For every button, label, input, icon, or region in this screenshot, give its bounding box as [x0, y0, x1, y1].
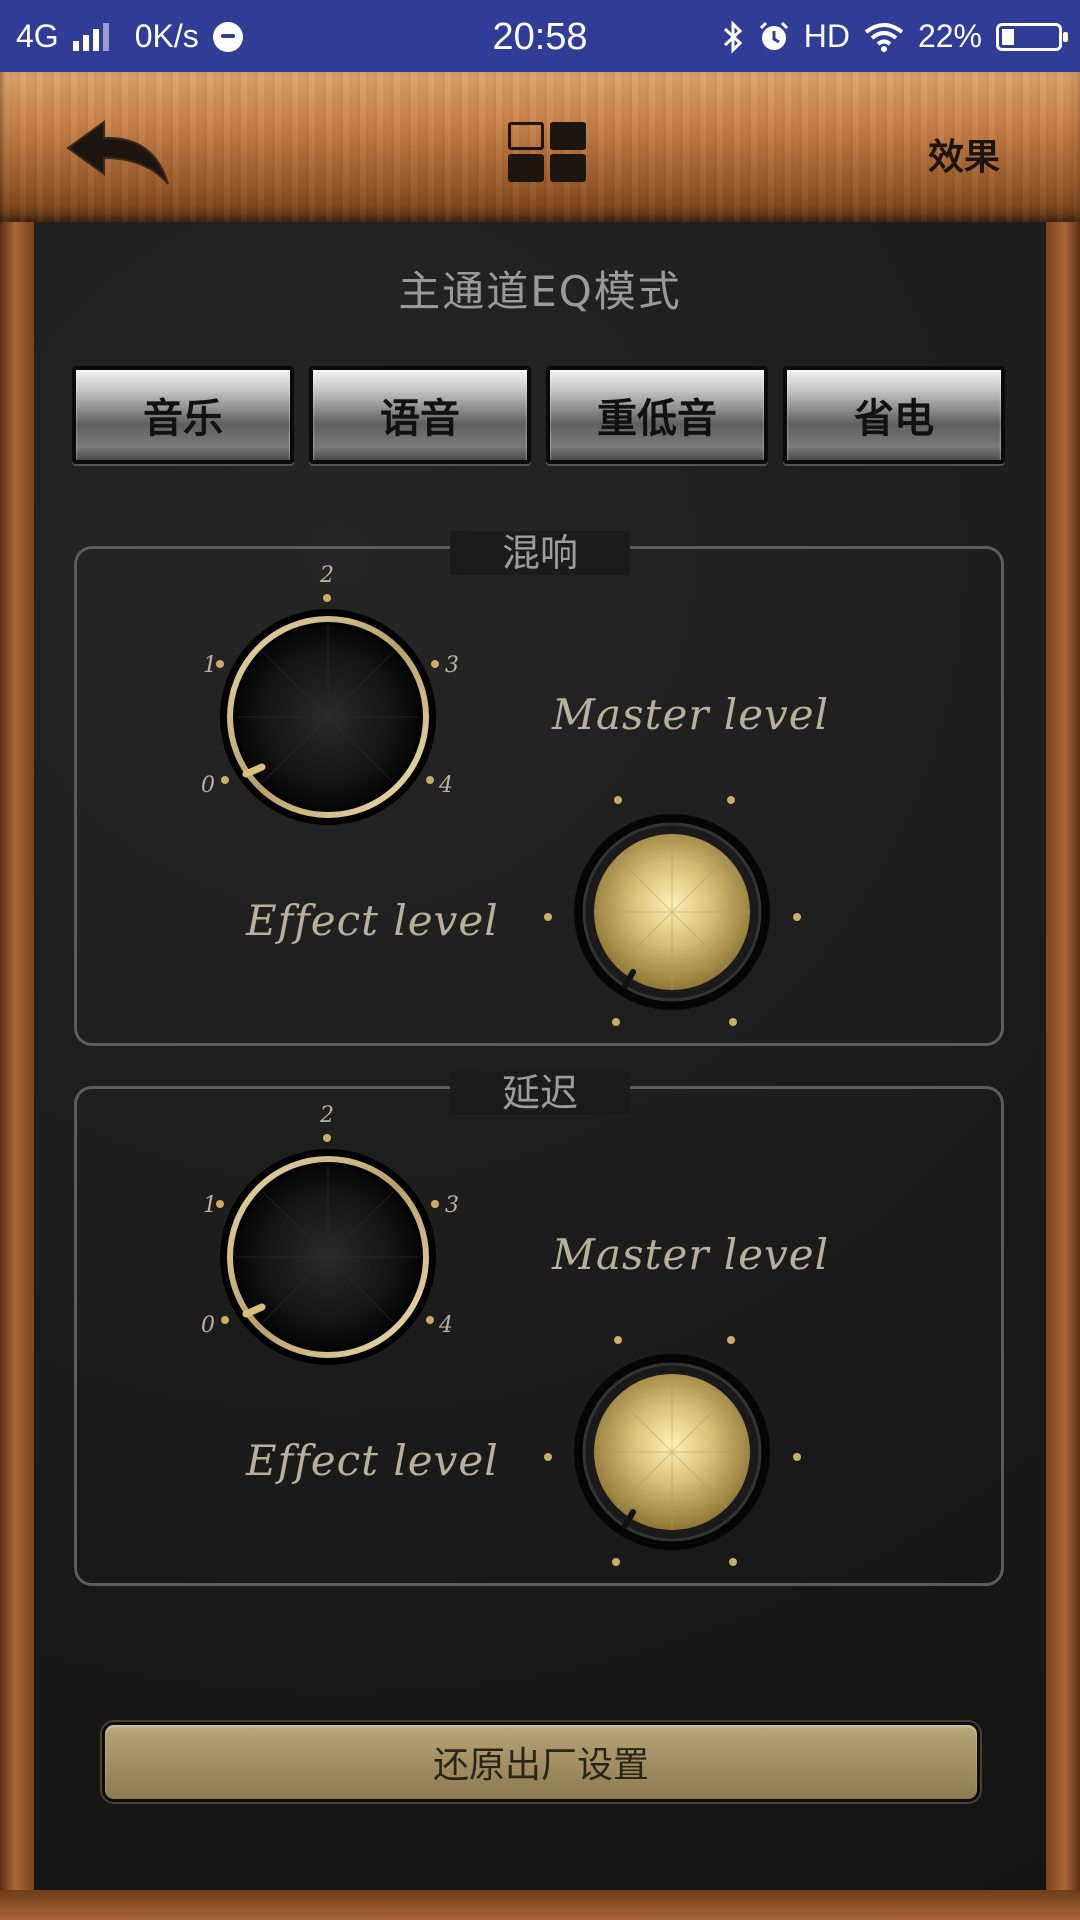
- effect-tick-4: 4: [438, 1313, 453, 1338]
- mode-button-music[interactable]: 音乐: [72, 366, 294, 464]
- effect-tick-0: 0: [201, 1313, 215, 1338]
- effect-tick-2: 2: [319, 563, 334, 588]
- main-panel: [34, 222, 1046, 1890]
- effect-tick-4: 4: [438, 773, 453, 798]
- page-title: 主通道EQ模式: [398, 267, 682, 316]
- effect-tab[interactable]: 效果: [928, 128, 1000, 180]
- reverb-section-label: 混响: [0, 522, 1080, 577]
- alarm-icon: [759, 21, 788, 50]
- reverb-effect-knob[interactable]: 2 1 3 0 4: [190, 560, 470, 830]
- effect-tick-1: 1: [203, 653, 217, 678]
- hd-indicator: HD: [803, 18, 850, 54]
- effect-tick-3: 3: [445, 1193, 459, 1218]
- status-bar: 4G 0K/s 20:58 HD 22%: [0, 0, 1080, 72]
- wifi-icon: [864, 22, 904, 52]
- delay-section-label: 延迟: [0, 1062, 1080, 1117]
- reverb-effect-level-label: Effect level: [246, 896, 499, 945]
- reverb-master-level-label: Master level: [552, 690, 830, 739]
- mode-button-power-saving[interactable]: 省电: [783, 366, 1005, 464]
- effect-tick-3: 3: [445, 653, 459, 678]
- effect-tick-1: 1: [203, 1193, 217, 1218]
- effect-tick-2: 2: [319, 1103, 334, 1128]
- reset-factory-settings-button[interactable]: 还原出厂设置: [102, 1722, 980, 1802]
- wood-frame-bottom: [0, 1890, 1080, 1920]
- delay-master-level-label: Master level: [552, 1230, 830, 1279]
- bluetooth-icon: [723, 19, 742, 54]
- reverb-master-knob[interactable]: [530, 780, 810, 1040]
- delay-master-knob[interactable]: [530, 1320, 810, 1580]
- delay-effect-knob[interactable]: 2 1 3 0 4: [190, 1100, 470, 1370]
- grid-icon[interactable]: [508, 122, 588, 184]
- effect-tick-0: 0: [201, 773, 215, 798]
- mode-button-bass[interactable]: 重低音: [546, 366, 768, 464]
- battery-icon: [996, 22, 1068, 51]
- battery-percent: 22%: [917, 18, 982, 54]
- back-arrow-icon[interactable]: [64, 118, 174, 190]
- delay-effect-level-label: Effect level: [246, 1436, 499, 1485]
- mode-button-voice[interactable]: 语音: [309, 366, 531, 464]
